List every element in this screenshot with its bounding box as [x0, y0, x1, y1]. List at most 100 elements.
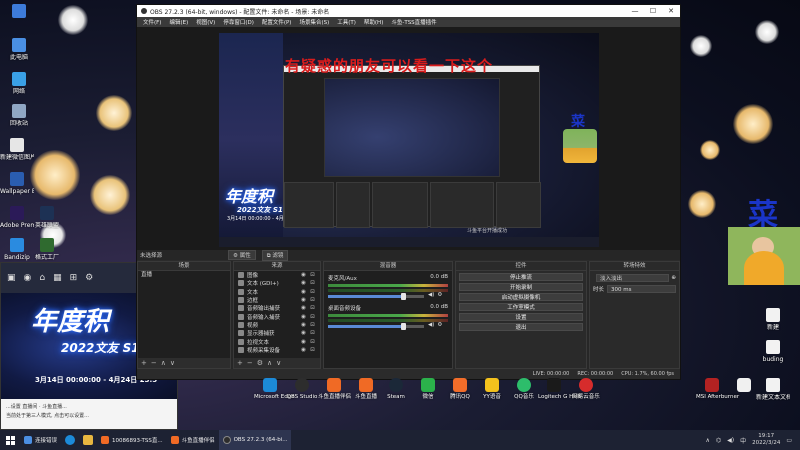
source-properties-button[interactable]: ⚙: [257, 359, 263, 367]
menu-file[interactable]: 文件(F): [139, 18, 165, 26]
visibility-eye-icon[interactable]: ◉: [299, 280, 308, 286]
lock-icon[interactable]: ⊡: [308, 280, 317, 286]
exit-button[interactable]: 退出: [459, 323, 583, 331]
tray-volume-icon[interactable]: ◀): [727, 437, 734, 444]
lock-icon[interactable]: ⊡: [308, 339, 317, 345]
duration-input[interactable]: 300 ms: [607, 285, 676, 293]
desktop-icon-misc[interactable]: [728, 378, 760, 394]
desktop-icon[interactable]: [2, 4, 36, 20]
desktop-icon-network[interactable]: 网络: [2, 72, 36, 95]
visibility-eye-icon[interactable]: ◉: [299, 330, 308, 336]
menu-scene-collection[interactable]: 场景集合(S): [295, 18, 333, 26]
desktop-icon-this-pc[interactable]: 此电脑: [2, 38, 36, 61]
lock-icon[interactable]: ⊡: [308, 305, 317, 311]
source-item-video-capture[interactable]: 视频采集设备 ◉ ⊡: [234, 346, 320, 354]
source-up-button[interactable]: ∧: [267, 359, 272, 367]
properties-button[interactable]: ⚙ 属性: [228, 250, 256, 260]
source-item-video[interactable]: 视频 ◉ ⊡: [234, 321, 320, 329]
gear-icon[interactable]: ⚙: [437, 322, 442, 328]
desktop-icon-wechat[interactable]: 微信: [412, 378, 444, 401]
maximize-button[interactable]: ☐: [644, 7, 662, 15]
taskbar-item-obs[interactable]: OBS 27.2.3 (64-bi...: [218, 430, 292, 450]
menu-docks[interactable]: 停靠窗口(D): [219, 18, 258, 26]
close-button[interactable]: ✕: [662, 7, 680, 15]
source-item-border[interactable]: 边框 ◉ ⊡: [234, 296, 320, 304]
desktop-icon-buding[interactable]: buding: [756, 340, 790, 363]
tray-chevron-icon[interactable]: ∧: [705, 437, 709, 444]
visibility-eye-icon[interactable]: ◉: [299, 305, 308, 311]
lock-icon[interactable]: ⊡: [308, 272, 317, 278]
desktop-icon-premiere[interactable]: Adobe Premie...: [0, 206, 34, 229]
source-item-display-capture[interactable]: 显示器捕获 ◉ ⊡: [234, 329, 320, 337]
menu-tss-plugin[interactable]: 斗鱼-TSS直播插件: [387, 18, 440, 26]
source-item-text[interactable]: 文本 ◉ ⊡: [234, 288, 320, 296]
grid-icon[interactable]: ▦: [53, 273, 62, 283]
stop-streaming-button[interactable]: 停止推流: [459, 273, 583, 281]
settings-icon[interactable]: ⚙: [85, 273, 93, 283]
visibility-eye-icon[interactable]: ◉: [299, 272, 308, 278]
studio-mode-button[interactable]: 工作室模式: [459, 303, 583, 311]
lock-icon[interactable]: ⊡: [308, 297, 317, 303]
menu-edit[interactable]: 编辑(E): [165, 18, 192, 26]
desktop-icon-yy[interactable]: YY语音: [476, 378, 508, 401]
desktop-icon-recycle-bin[interactable]: 回收站: [2, 104, 36, 127]
volume-knob[interactable]: [400, 323, 406, 330]
minimize-button[interactable]: —: [626, 7, 644, 15]
lock-icon[interactable]: ⊡: [308, 347, 317, 353]
tray-network-icon[interactable]: ⌬: [716, 437, 721, 444]
taskbar-item-connection-error[interactable]: 连接错误: [20, 430, 61, 450]
mic-icon[interactable]: ◉: [24, 273, 32, 283]
start-button[interactable]: [0, 430, 20, 450]
source-item-scroll-text[interactable]: 拉视文本 ◉ ⊡: [234, 337, 320, 346]
desktop-icon-douyu-assistant[interactable]: 斗鱼直播伴侣: [318, 378, 351, 401]
desktop-icon-steam[interactable]: Steam: [380, 378, 412, 401]
visibility-eye-icon[interactable]: ◉: [299, 347, 308, 353]
remove-scene-button[interactable]: −: [151, 359, 157, 367]
source-down-button[interactable]: ∨: [276, 359, 281, 367]
notification-icon[interactable]: ▭: [786, 437, 792, 444]
lock-icon[interactable]: ⊡: [308, 322, 317, 328]
add-scene-button[interactable]: +: [141, 359, 147, 367]
desktop-icon-format-factory[interactable]: 格式工厂: [30, 238, 64, 261]
lock-icon[interactable]: ⊡: [308, 314, 317, 320]
settings-button[interactable]: 设置: [459, 313, 583, 321]
desktop-icon-new[interactable]: 新建: [756, 308, 790, 331]
speaker-icon[interactable]: ◀): [428, 292, 434, 298]
filters-button[interactable]: ⧉ 滤镜: [261, 249, 289, 261]
camera-icon[interactable]: ▣: [7, 273, 16, 283]
visibility-eye-icon[interactable]: ◉: [299, 289, 308, 295]
transition-type-select[interactable]: 淡入淡出: [596, 274, 670, 282]
visibility-eye-icon[interactable]: ◉: [299, 322, 308, 328]
remove-source-button[interactable]: −: [247, 359, 253, 367]
desktop-icon-wallpaper-engine[interactable]: Wallpaper Engine:...: [0, 172, 34, 195]
tray-clock[interactable]: 19:17 2022/3/24: [752, 433, 780, 447]
menu-tools[interactable]: 工具(T): [333, 18, 360, 26]
desktop-icon-netease-music[interactable]: 网易云音乐: [570, 378, 602, 401]
lock-icon[interactable]: ⊡: [308, 289, 317, 295]
taskbar-edge[interactable]: [61, 430, 79, 450]
taskbar-item-tss[interactable]: 10086893-TSS直...: [97, 430, 167, 450]
source-item-text-gdi[interactable]: 文本 (GDI+) ◉ ⊡: [234, 279, 320, 287]
volume-knob[interactable]: [400, 293, 406, 300]
source-item-audio-input[interactable]: 音频输入捕获 ◉ ⊡: [234, 312, 320, 321]
desktop-icon-qq[interactable]: 腾讯QQ: [444, 378, 476, 401]
desktop-icon-qq-music[interactable]: QQ音乐: [508, 378, 540, 401]
speaker-icon[interactable]: ◀): [428, 322, 434, 328]
source-item-image[interactable]: 图像 ◉ ⊡: [234, 271, 320, 279]
menu-help[interactable]: 帮助(H): [360, 18, 387, 26]
ime-indicator[interactable]: 中: [740, 436, 746, 445]
menu-profile[interactable]: 配置文件(P): [258, 18, 296, 26]
desktop-icon-ghub[interactable]: Logitech G HUB: [538, 378, 581, 401]
visibility-eye-icon[interactable]: ◉: [299, 314, 308, 320]
scene-item[interactable]: 直播: [138, 271, 230, 279]
desktop-icon-wechat-images[interactable]: 新建微信图片 文件: [0, 138, 34, 161]
desktop-icon-afterburner[interactable]: MSI Afterburner: [696, 378, 739, 401]
source-item-audio-output[interactable]: 音频输出捕获 ◉ ⊡: [234, 304, 320, 312]
scene-up-button[interactable]: ∧: [161, 359, 166, 367]
volume-slider[interactable]: [328, 323, 424, 330]
desktop-icon-bandizip[interactable]: Bandizip: [0, 238, 34, 261]
visibility-eye-icon[interactable]: ◉: [299, 297, 308, 303]
scene-down-button[interactable]: ∨: [170, 359, 175, 367]
obs-titlebar[interactable]: OBS 27.2.3 (64-bit, windows) - 配置文件: 未命名…: [137, 5, 680, 17]
taskbar-item-douyu[interactable]: 斗鱼直播伴侣: [167, 430, 219, 450]
